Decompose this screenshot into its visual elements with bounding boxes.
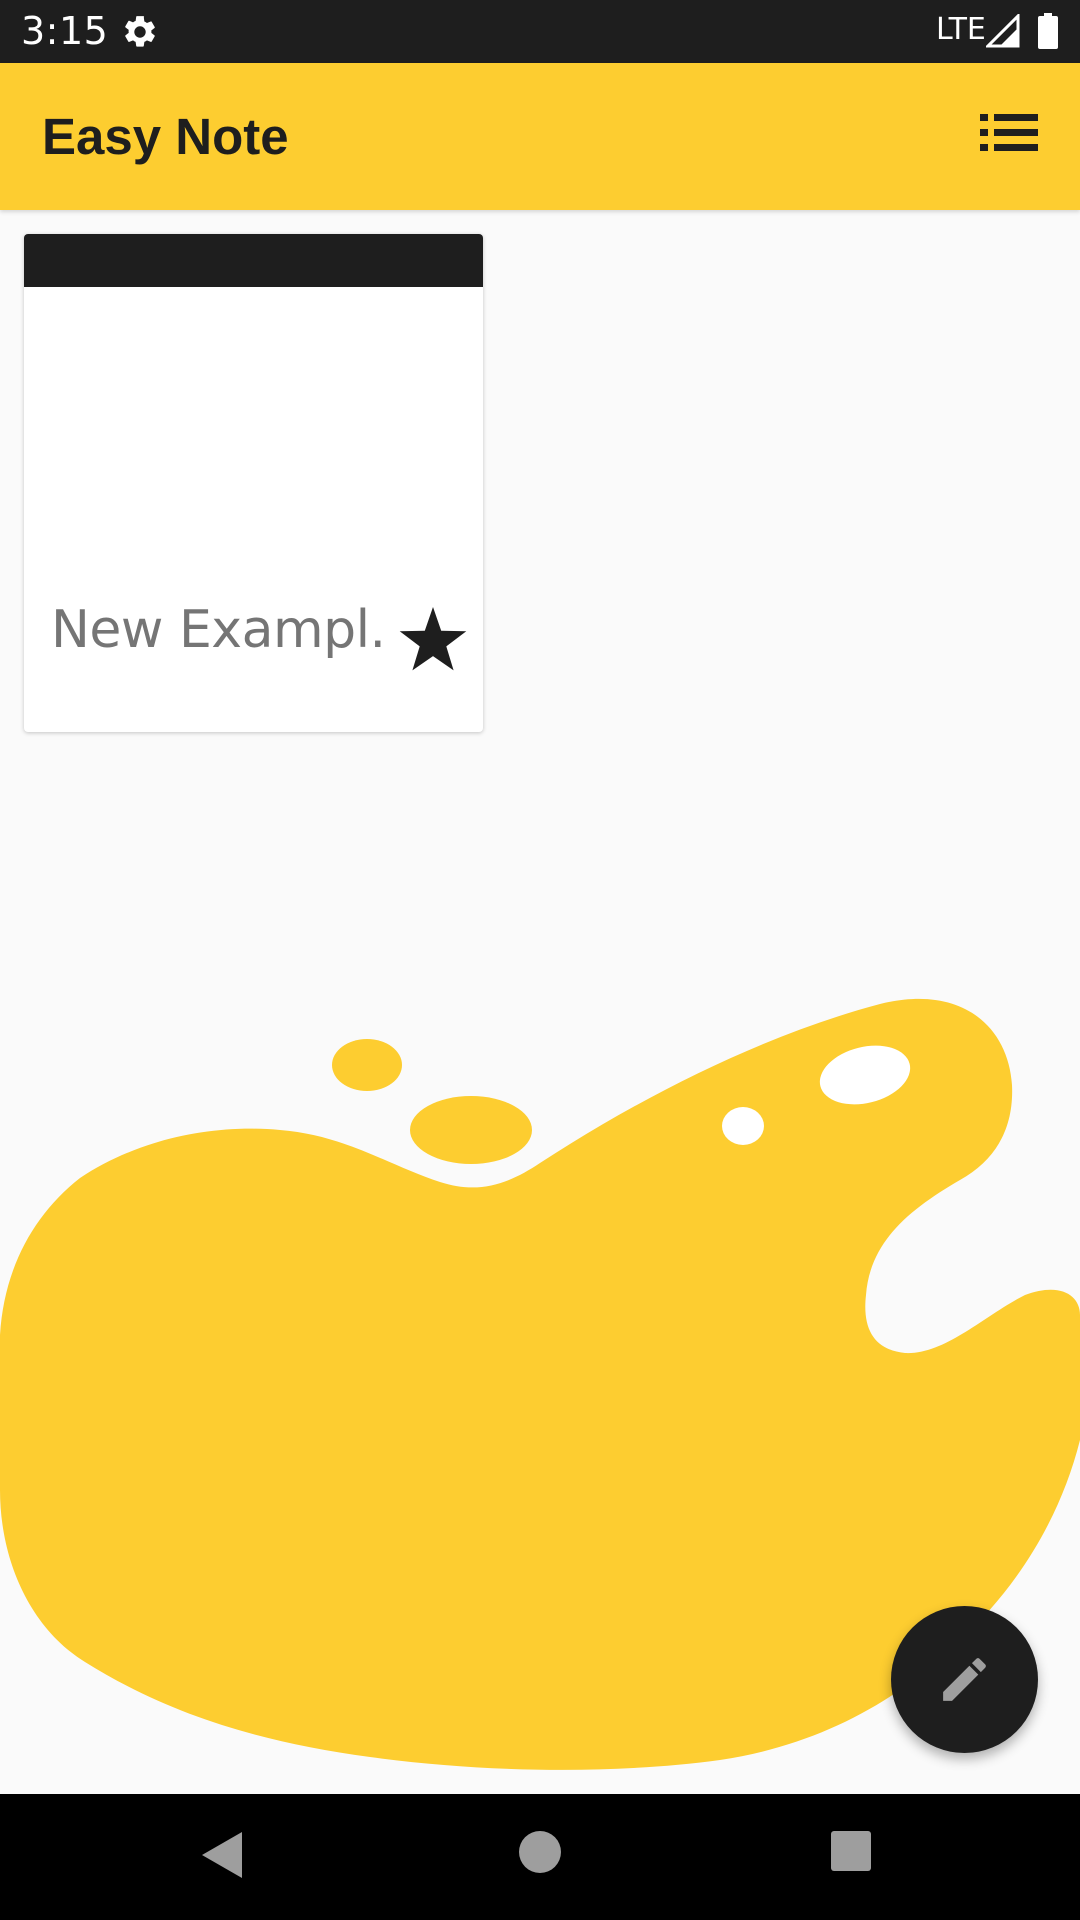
gear-icon <box>125 16 155 47</box>
battery-icon <box>1038 13 1058 49</box>
note-color-header <box>24 234 483 287</box>
note-title: New Exampl... <box>51 600 391 660</box>
home-icon[interactable] <box>519 1831 561 1873</box>
cell-signal-icon <box>986 14 1020 48</box>
status-bar: 3:15 LTE <box>0 0 1080 63</box>
navigation-bar <box>0 1794 1080 1920</box>
app-title: Easy Note <box>42 108 289 165</box>
list-view-button[interactable] <box>966 108 1052 164</box>
note-card[interactable]: New Exampl... <box>24 234 483 732</box>
new-note-fab[interactable] <box>891 1606 1038 1753</box>
list-view-icon <box>980 114 1038 151</box>
recents-icon[interactable] <box>831 1831 871 1871</box>
app-bar: Easy Note <box>0 63 1080 210</box>
network-type-label: LTE <box>936 12 986 47</box>
pencil-icon <box>943 1658 986 1701</box>
back-icon[interactable] <box>198 1830 246 1880</box>
star-icon[interactable] <box>398 606 468 672</box>
status-time: 3:15 <box>21 9 109 53</box>
